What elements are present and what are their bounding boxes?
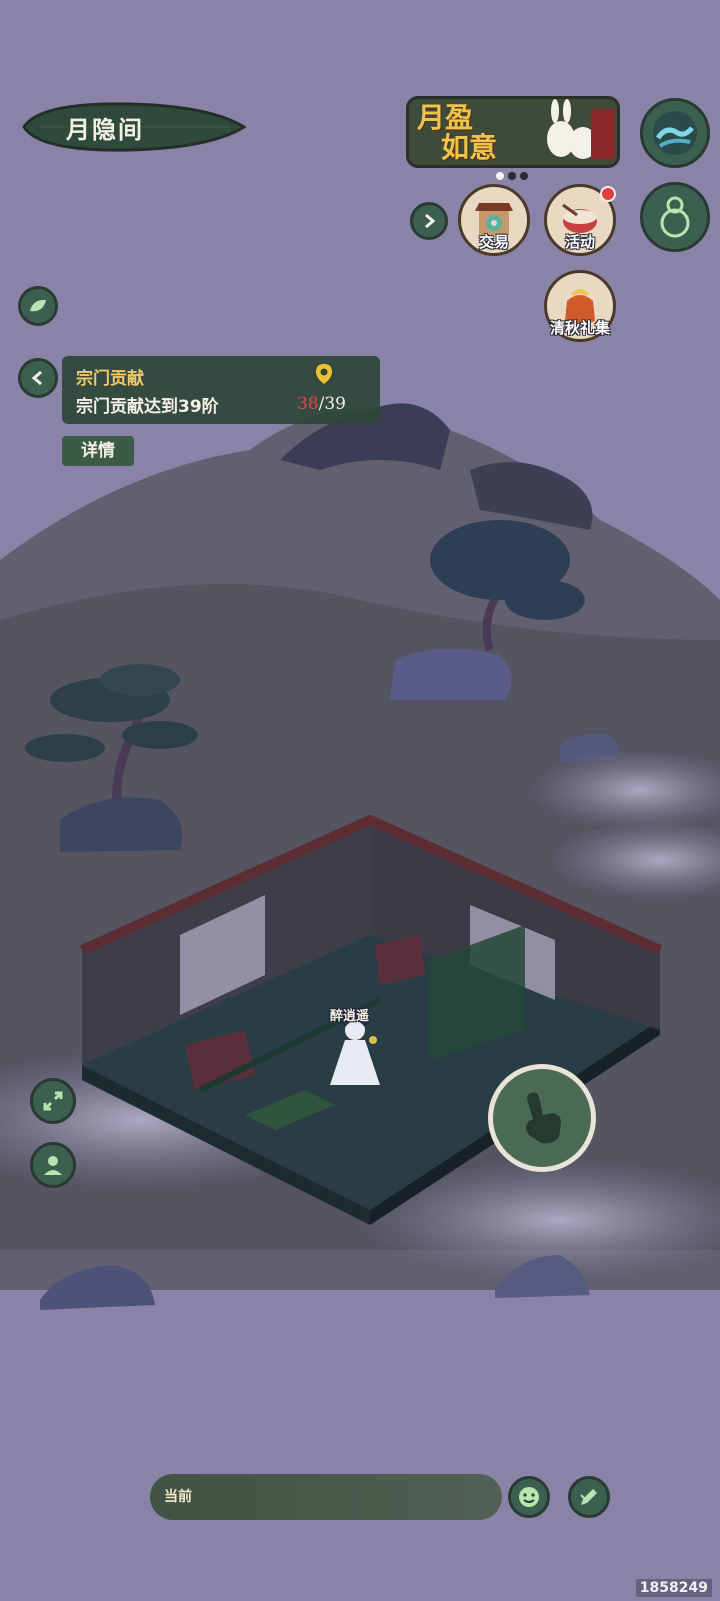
character-profile-button[interactable] <box>30 1142 76 1188</box>
quest-collapse-button[interactable] <box>18 358 58 398</box>
write-button[interactable] <box>568 1476 610 1518</box>
person-icon <box>44 1156 62 1175</box>
wave-icon <box>653 111 697 155</box>
banner-page-dot-2 <box>508 172 516 180</box>
rabbit-illustration <box>547 99 615 159</box>
trade-button[interactable]: 交易 <box>458 184 530 256</box>
hand-pointer-icon <box>526 1092 561 1144</box>
chat-input-bar[interactable]: 当前 <box>150 1474 502 1520</box>
quest-progress-total: 39 <box>324 394 346 414</box>
leaf-icon <box>30 299 46 312</box>
banner-page-dot-1 <box>496 172 504 180</box>
wave-button[interactable] <box>640 98 710 168</box>
event-banner[interactable]: 月盈 如意 <box>406 96 620 168</box>
interact-button[interactable] <box>488 1064 596 1172</box>
activity-notification-dot <box>600 186 616 202</box>
quest-progress-current: 38 <box>296 394 319 414</box>
event-banner-title-line1: 月盈 <box>417 101 474 134</box>
gourd-button[interactable] <box>640 182 710 252</box>
expand-arrows-icon <box>43 1091 63 1111</box>
character-name: 醉逍遥 <box>330 1009 370 1024</box>
gift-collection-label: 清秋礼集 <box>549 319 610 337</box>
quest-title: 宗门贡献 <box>76 369 144 389</box>
player-id-watermark: 1858249 <box>635 1579 712 1597</box>
location-name: 月隐间 <box>66 116 144 144</box>
quest-details-button[interactable]: 详情 <box>62 436 134 466</box>
trade-label: 交易 <box>478 233 509 251</box>
quest-tracker[interactable]: 宗门贡献 宗门贡献达到39阶 38/39 <box>62 356 380 424</box>
activity-label: 活动 <box>564 233 595 251</box>
quest-progress: 38/39 <box>297 394 346 414</box>
event-banner-title-line2: 如意 <box>441 131 498 164</box>
banner-page-dot-3 <box>520 172 528 180</box>
gift-collection-button[interactable]: 清秋礼集 <box>544 270 616 342</box>
chevron-right-icon <box>425 213 436 229</box>
emoji-button[interactable] <box>508 1476 550 1518</box>
emoji-icon <box>519 1487 539 1507</box>
pen-icon <box>580 1489 597 1505</box>
map-pin-icon[interactable] <box>314 362 334 386</box>
chevron-left-icon <box>31 370 42 386</box>
gourd-icon <box>660 196 690 238</box>
chat-channel-label: 当前 <box>164 1489 192 1505</box>
expand-menu-button[interactable] <box>410 202 448 240</box>
leaf-button[interactable] <box>18 286 58 326</box>
fullscreen-button[interactable] <box>30 1078 76 1124</box>
quest-description: 宗门贡献达到39阶 <box>76 397 219 417</box>
